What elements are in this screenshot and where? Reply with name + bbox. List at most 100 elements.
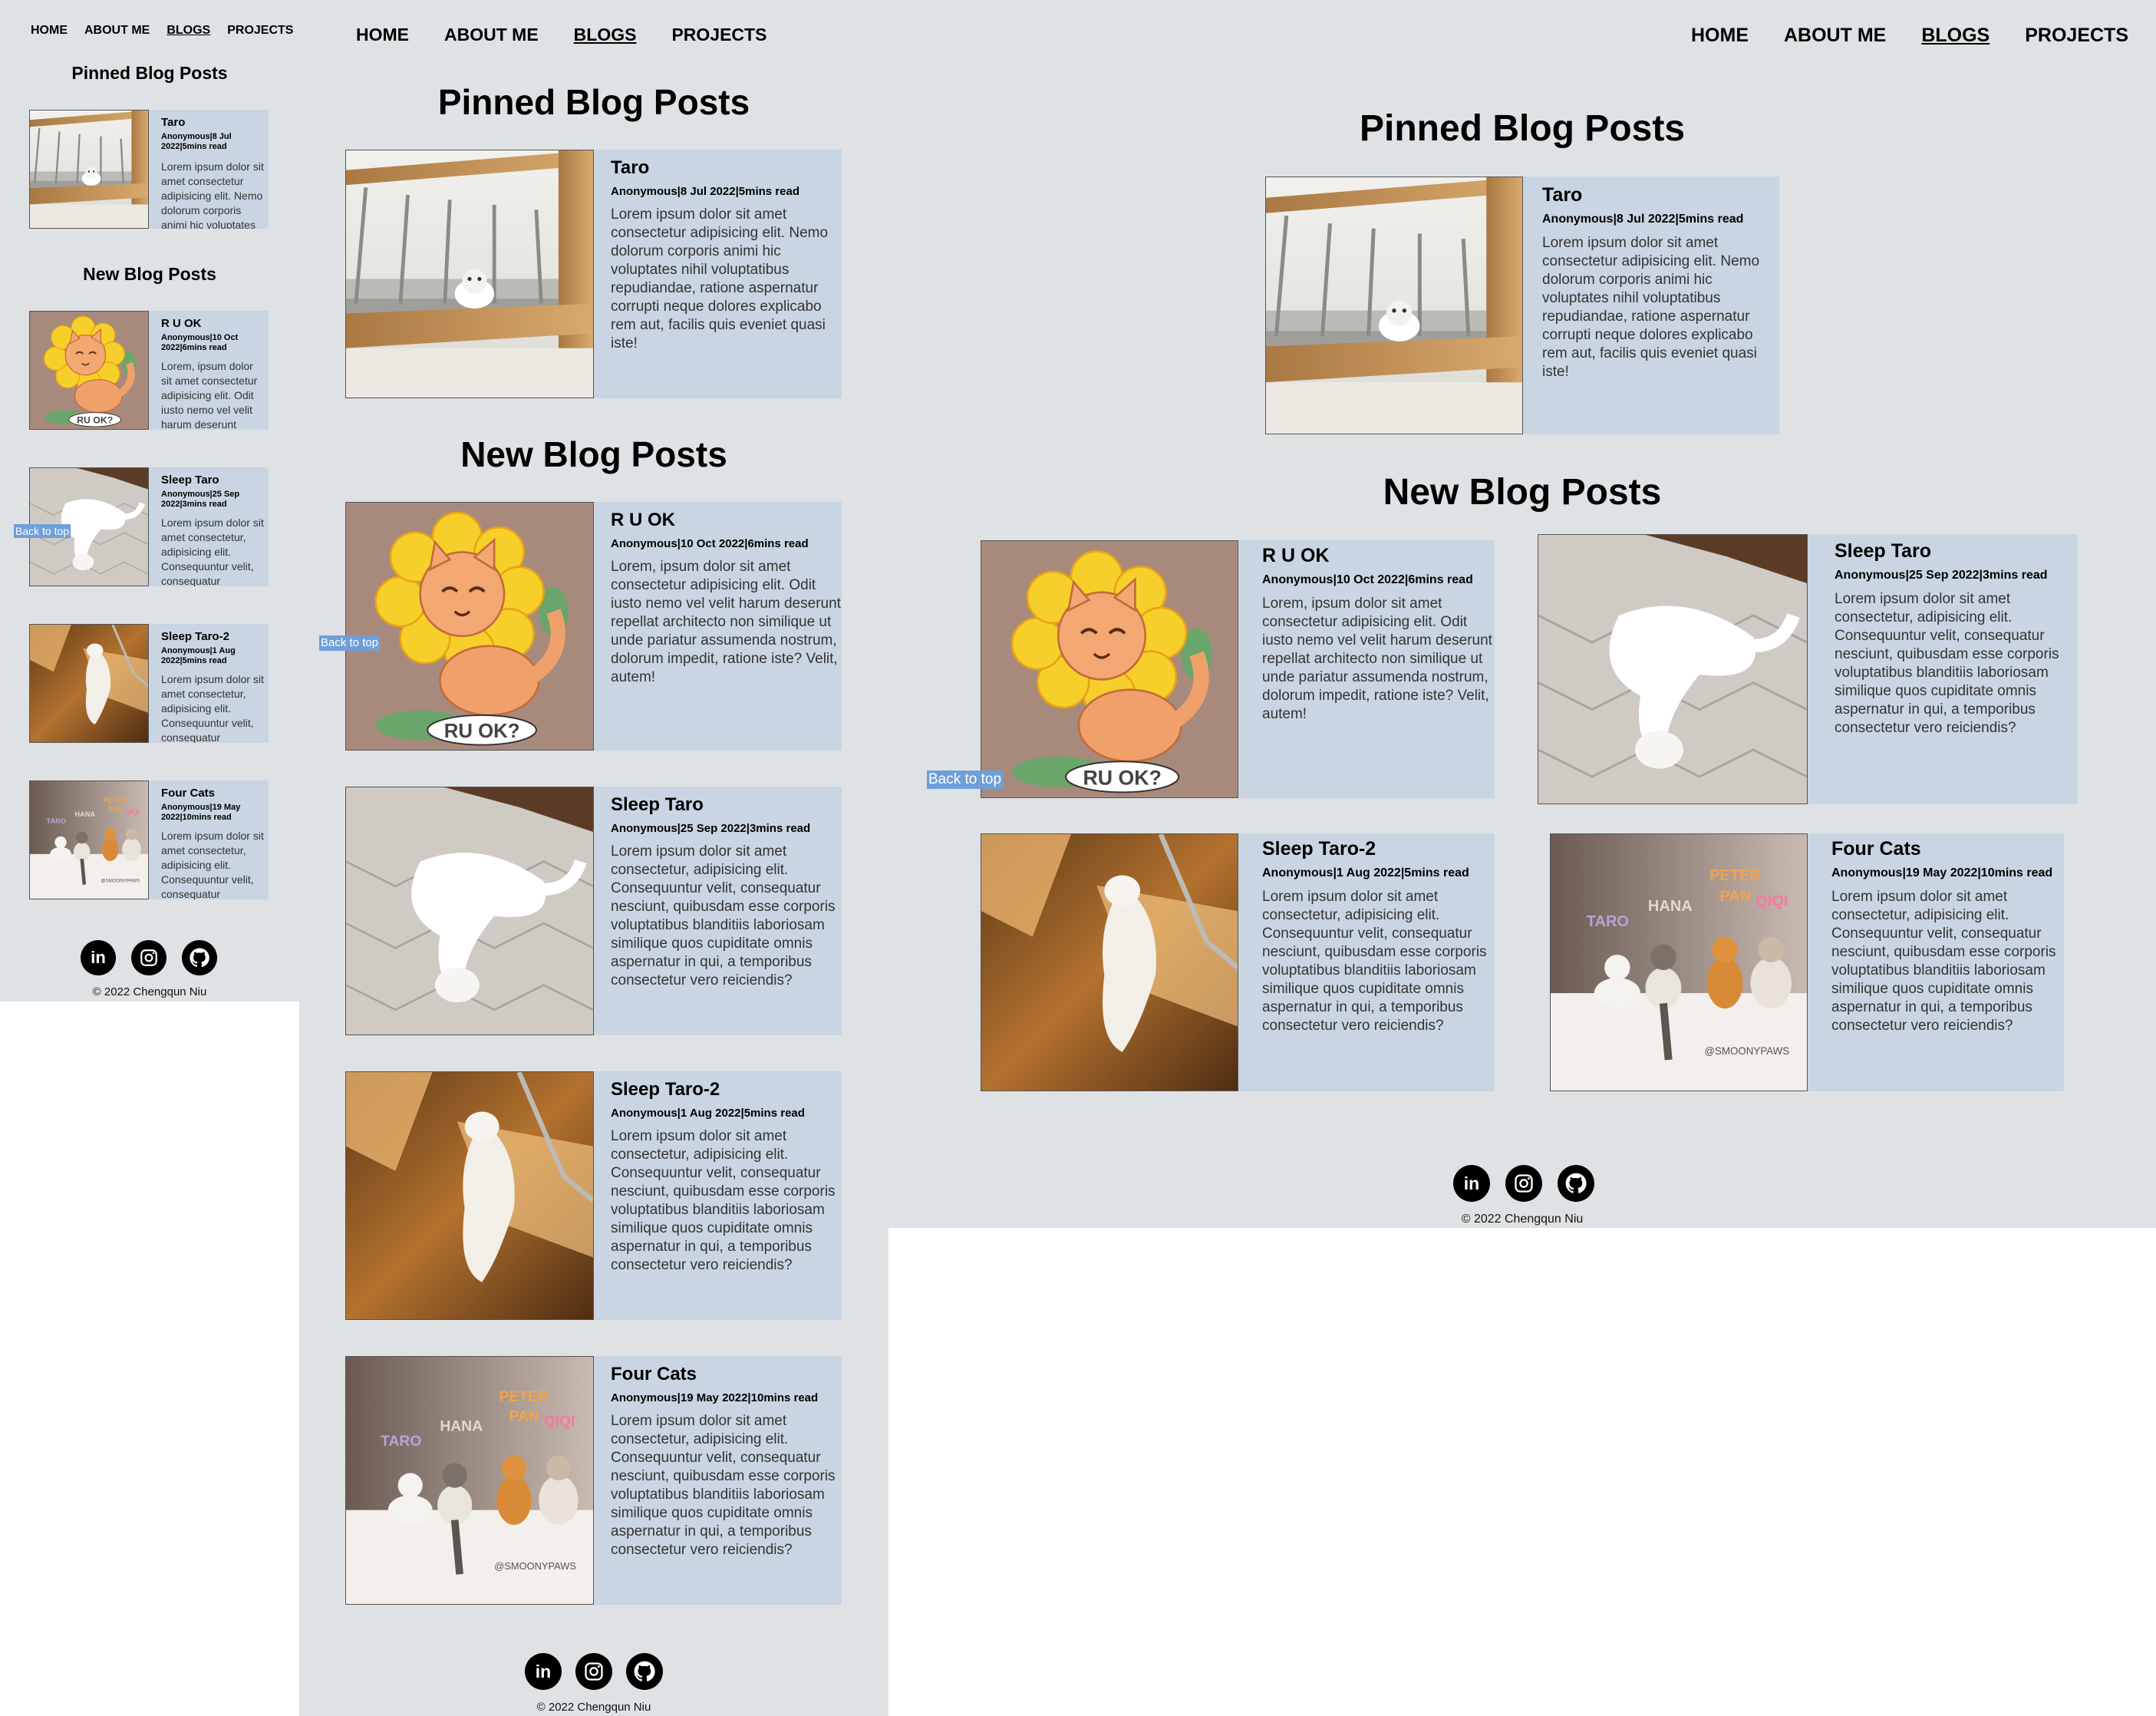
linkedin-icon[interactable]: in bbox=[1453, 1165, 1490, 1202]
instagram-icon[interactable] bbox=[131, 940, 166, 975]
blog-meta: Anonymous|25 Sep 2022|3mins read bbox=[611, 822, 811, 835]
main-nav: HOME ABOUT ME BLOGS PROJECTS bbox=[356, 25, 766, 45]
nav-blogs[interactable]: BLOGS bbox=[1921, 25, 1990, 47]
cat-label-qiqi: QIQI bbox=[124, 808, 140, 816]
blog-title: Taro bbox=[161, 116, 186, 129]
blog-text: Lorem, ipsum dolor sit amet consectetur … bbox=[1262, 596, 1492, 722]
cat-label-pan: PAN bbox=[1719, 888, 1751, 905]
blog-body: R U OK Anonymous|10 Oct 2022|6mins read … bbox=[1262, 545, 1495, 798]
blog-title: Sleep Taro bbox=[161, 474, 219, 487]
tablet-view: HOME ABOUT ME BLOGS PROJECTS Pinned Blog… bbox=[299, 0, 888, 1716]
nav-home[interactable]: HOME bbox=[1691, 25, 1749, 47]
nav-blogs[interactable]: BLOGS bbox=[574, 25, 637, 45]
blog-thumb bbox=[345, 787, 594, 1035]
blog-text: Lorem ipsum dolor sit amet consectetur a… bbox=[1542, 235, 1760, 380]
blog-card-taro[interactable]: Taro Anonymous|8 Jul 2022|5mins read Lor… bbox=[345, 150, 842, 398]
blog-card-ruok[interactable]: RU OK? R U OK Anonymous|10 Oct 2022|6min… bbox=[981, 540, 1495, 798]
blog-card-sleep-taro-2[interactable]: Sleep Taro-2 Anonymous|1 Aug 2022|5mins … bbox=[981, 833, 1495, 1091]
blog-meta: Anonymous|8 Jul 2022|5mins read bbox=[1542, 213, 1744, 226]
blog-body: Sleep Taro Anonymous|25 Sep 2022|3mins r… bbox=[161, 474, 269, 586]
nav-blogs[interactable]: BLOGS bbox=[166, 24, 210, 38]
blog-meta: Anonymous|19 May 2022|10mins read bbox=[161, 803, 241, 822]
blog-thumb: TARO HANA PETER PAN QIQI @SMOONYPAWS bbox=[29, 780, 149, 899]
pinned-heading: Pinned Blog Posts bbox=[1359, 108, 1686, 149]
blog-card-sleep-taro[interactable]: Sleep Taro Anonymous|25 Sep 2022|3mins r… bbox=[1538, 534, 2078, 804]
blog-card-four-cats[interactable]: TARO HANA PETER PAN QIQI @SMOONYPAWS Fou… bbox=[1550, 833, 2064, 1091]
social-links: in bbox=[1453, 1165, 1594, 1202]
blog-card-sleep-taro-2[interactable]: Sleep Taro-2 Anonymous|1 Aug 2022|5mins … bbox=[29, 624, 269, 743]
cat-label-qiqi: QIQI bbox=[1755, 893, 1788, 910]
nav-about[interactable]: ABOUT ME bbox=[84, 24, 150, 38]
blog-card-ruok[interactable]: RU OK? R U OK Anonymous|10 Oct 2022|6min… bbox=[345, 502, 842, 751]
blog-meta: Anonymous|10 Oct 2022|6mins read bbox=[1262, 573, 1473, 586]
nav-home[interactable]: HOME bbox=[31, 24, 68, 38]
blog-card-four-cats[interactable]: TARO HANA PETER PAN QIQI @SMOONYPAWS Fou… bbox=[345, 1356, 842, 1605]
nav-about[interactable]: ABOUT ME bbox=[444, 25, 539, 45]
github-icon[interactable] bbox=[626, 1653, 663, 1690]
blog-body: R U OK Anonymous|10 Oct 2022|6mins read … bbox=[161, 317, 269, 430]
new-heading: New Blog Posts bbox=[1383, 472, 1662, 513]
blog-thumb: RU OK? bbox=[981, 540, 1238, 798]
back-to-top-button[interactable]: Back to top bbox=[14, 524, 71, 538]
back-to-top-button[interactable]: Back to top bbox=[927, 771, 1004, 789]
blog-card-four-cats[interactable]: TARO HANA PETER PAN QIQI @SMOONYPAWS Fou… bbox=[29, 780, 269, 899]
cat-label-qiqi: QIQI bbox=[544, 1414, 575, 1430]
blog-meta: Anonymous|1 Aug 2022|5mins read bbox=[161, 646, 236, 665]
github-icon[interactable] bbox=[1558, 1165, 1594, 1202]
blog-text: Lorem ipsum dolor sit amet consectetur, … bbox=[611, 1413, 836, 1558]
blog-body: Sleep Taro Anonymous|25 Sep 2022|3mins r… bbox=[611, 794, 842, 1035]
blog-text: Lorem ipsum dolor sit amet consectetur, … bbox=[611, 1128, 836, 1273]
cat-label-taro: TARO bbox=[381, 1434, 421, 1450]
blog-title: Sleep Taro bbox=[1835, 540, 1931, 562]
blog-title: Sleep Taro-2 bbox=[161, 630, 229, 643]
copyright: © 2022 Chengqun Niu bbox=[1461, 1213, 1584, 1226]
nav-projects[interactable]: PROJECTS bbox=[2025, 25, 2128, 47]
cat-label-pan: PAN bbox=[108, 806, 123, 813]
blog-body: Four Cats Anonymous|19 May 2022|10mins r… bbox=[1831, 838, 2064, 1091]
watermark-text: @SMOONYPAWS bbox=[494, 1560, 576, 1572]
blog-text: Lorem ipsum dolor sit amet consectetur, … bbox=[1835, 591, 2059, 736]
blog-thumb bbox=[1265, 177, 1523, 434]
cat-label-taro: TARO bbox=[47, 817, 66, 825]
cat-label-peter: PETER bbox=[499, 1389, 549, 1405]
cat-label-peter: PETER bbox=[1709, 867, 1761, 884]
blog-text: Lorem ipsum dolor sit amet consectetur, … bbox=[161, 673, 264, 743]
blog-card-taro[interactable]: Taro Anonymous|8 Jul 2022|5mins read Lor… bbox=[1265, 177, 1779, 434]
instagram-icon[interactable] bbox=[1505, 1165, 1542, 1202]
mobile-view: HOME ABOUT ME BLOGS PROJECTS Pinned Blog… bbox=[0, 0, 299, 1002]
cat-label-peter: PETER bbox=[103, 797, 127, 804]
blog-body: Sleep Taro-2 Anonymous|1 Aug 2022|5mins … bbox=[611, 1079, 842, 1320]
linkedin-icon[interactable]: in bbox=[525, 1653, 562, 1690]
github-icon[interactable] bbox=[182, 940, 217, 975]
blog-title: Four Cats bbox=[1831, 838, 1921, 860]
blog-card-ruok[interactable]: RU OK? R U OK Anonymous|10 Oct 2022|6min… bbox=[29, 311, 269, 430]
blog-title: Sleep Taro bbox=[611, 794, 704, 815]
blog-title: Sleep Taro-2 bbox=[611, 1079, 720, 1100]
blog-card-sleep-taro-2[interactable]: Sleep Taro-2 Anonymous|1 Aug 2022|5mins … bbox=[345, 1071, 842, 1320]
nav-projects[interactable]: PROJECTS bbox=[671, 25, 766, 45]
main-nav: HOME ABOUT ME BLOGS PROJECTS bbox=[1691, 25, 2128, 47]
ruok-caption-text: RU OK? bbox=[77, 414, 113, 425]
blog-thumb bbox=[29, 624, 149, 743]
cat-label-hana: HANA bbox=[75, 810, 96, 818]
blog-card-sleep-taro[interactable]: Sleep Taro Anonymous|25 Sep 2022|3mins r… bbox=[345, 787, 842, 1035]
blog-text: Lorem ipsum dolor sit amet consectetur, … bbox=[611, 843, 836, 988]
blog-text: Lorem, ipsum dolor sit amet consectetur … bbox=[161, 360, 258, 430]
linkedin-icon[interactable]: in bbox=[81, 940, 116, 975]
watermark-text: @SMOONYPAWS bbox=[1704, 1045, 1789, 1057]
nav-about[interactable]: ABOUT ME bbox=[1784, 25, 1886, 47]
blog-title: Sleep Taro-2 bbox=[1262, 838, 1376, 860]
blog-meta: Anonymous|8 Jul 2022|5mins read bbox=[611, 185, 799, 198]
blog-card-taro[interactable]: Taro Anonymous|8 Jul 2022|5mins read Lor… bbox=[29, 110, 269, 229]
instagram-icon[interactable] bbox=[575, 1653, 612, 1690]
nav-home[interactable]: HOME bbox=[356, 25, 409, 45]
blog-body: Sleep Taro Anonymous|25 Sep 2022|3mins r… bbox=[1835, 540, 2078, 804]
blog-meta: Anonymous|10 Oct 2022|6mins read bbox=[611, 537, 809, 550]
blog-thumb: TARO HANA PETER PAN QIQI @SMOONYPAWS bbox=[1550, 833, 1808, 1091]
new-heading: New Blog Posts bbox=[460, 434, 727, 474]
blog-meta: Anonymous|1 Aug 2022|5mins read bbox=[611, 1107, 805, 1120]
back-to-top-button[interactable]: Back to top bbox=[319, 635, 381, 651]
ruok-caption-text: RU OK? bbox=[1083, 766, 1161, 789]
blog-meta: Anonymous|8 Jul 2022|5mins read bbox=[161, 132, 232, 151]
nav-projects[interactable]: PROJECTS bbox=[227, 24, 293, 38]
